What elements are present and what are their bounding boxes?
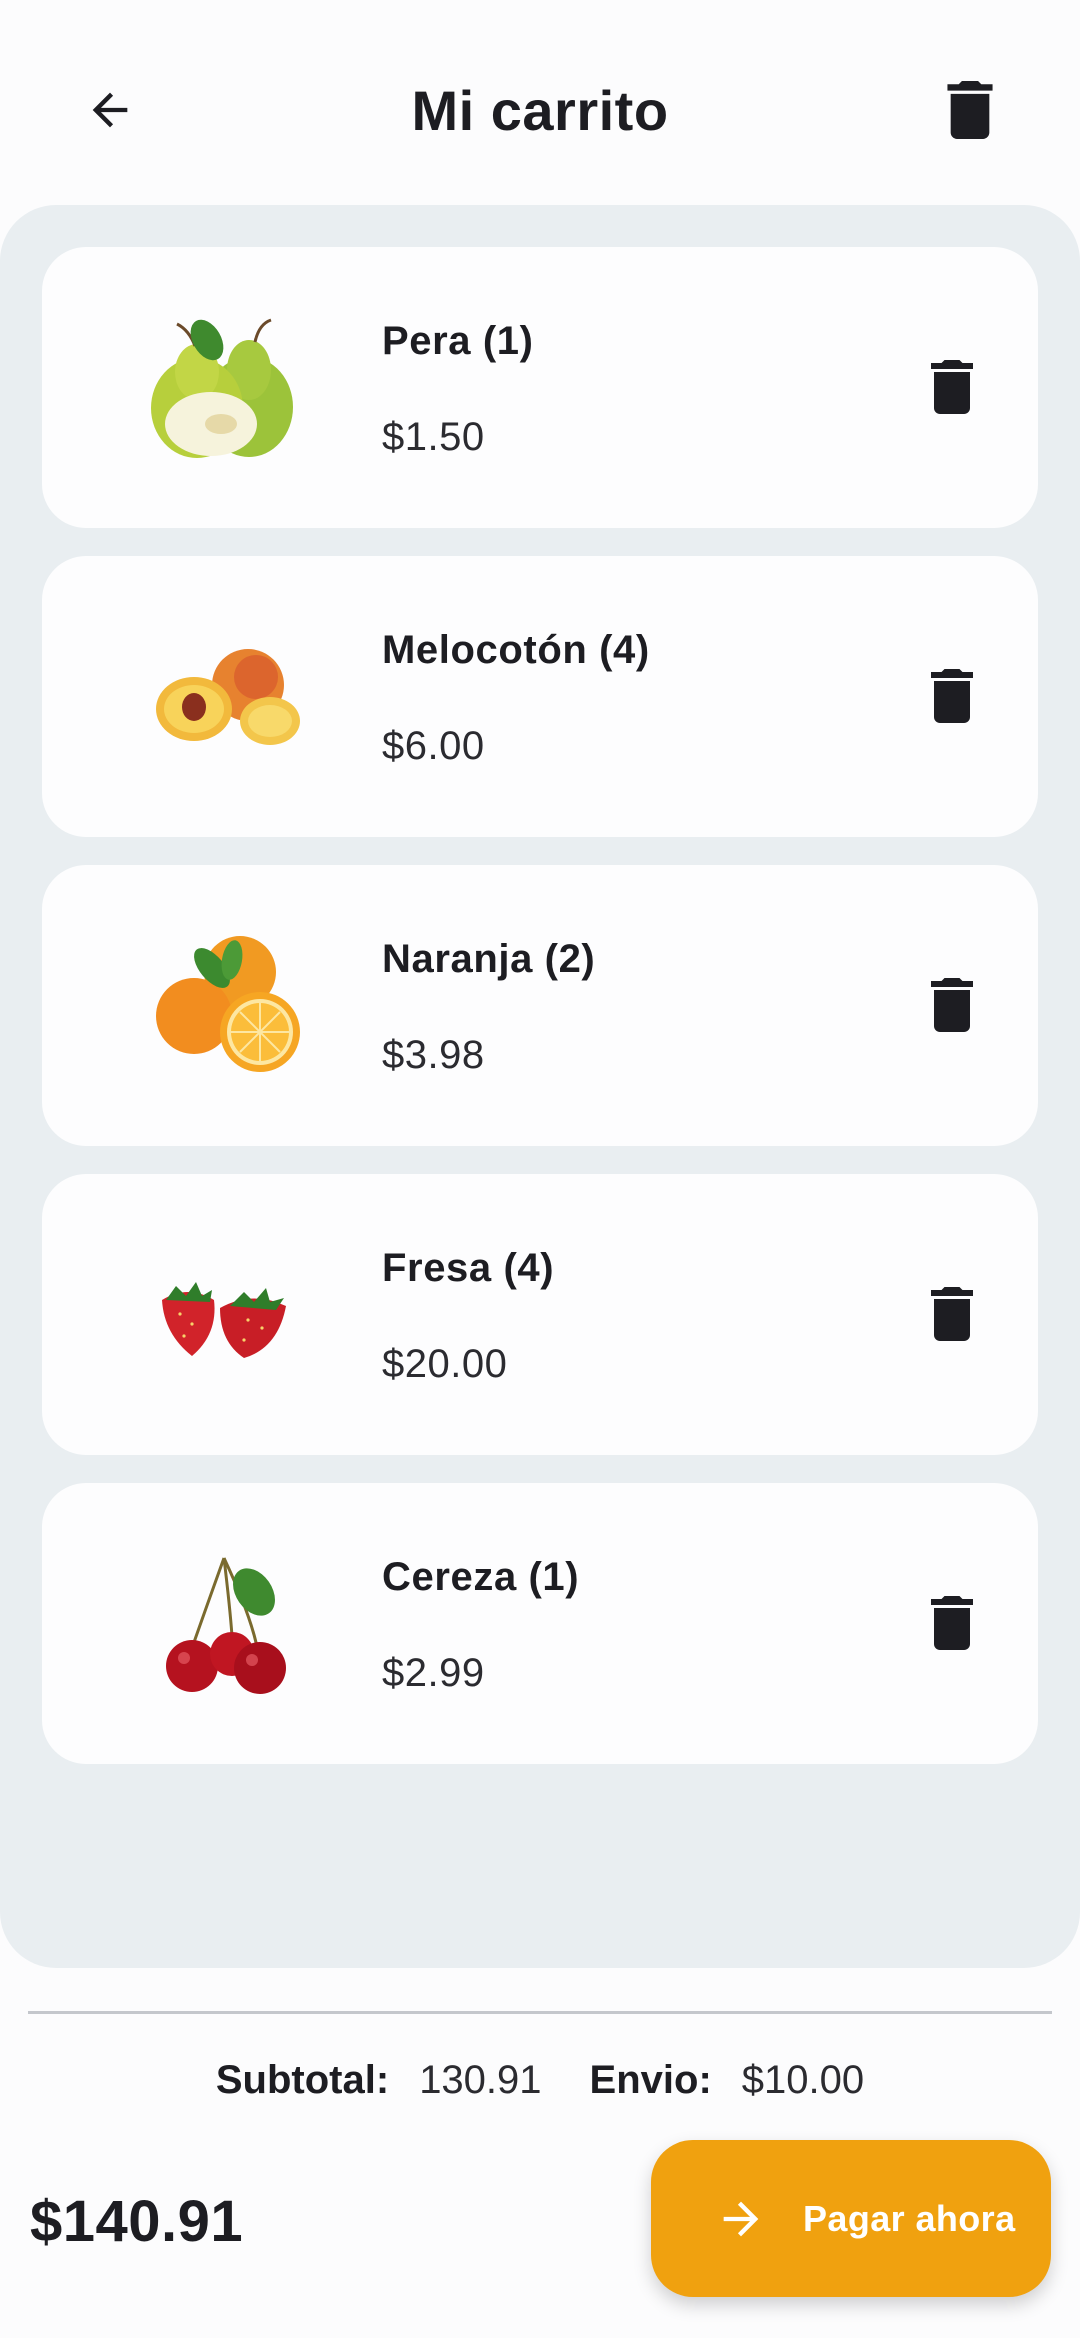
trash-icon	[931, 669, 973, 723]
pay-now-label: Pagar ahora	[803, 2197, 1016, 2239]
delete-item-button[interactable]	[912, 1274, 992, 1354]
item-name: Pera (1)	[382, 319, 534, 363]
trash-icon	[931, 360, 973, 414]
clear-cart-button[interactable]	[930, 70, 1010, 150]
arrow-right-icon	[723, 2201, 759, 2236]
subtotal-label: Subtotal:	[215, 2057, 390, 2102]
cherry-image	[127, 1523, 327, 1723]
cart-item-cereza: Cereza (1) $2.99	[42, 1483, 1038, 1764]
trash-icon	[931, 1596, 973, 1650]
totals-row: Subtotal: 130.91 Envio: $10.00	[0, 2050, 1080, 2110]
trash-icon	[947, 81, 993, 139]
item-price: $3.98	[382, 1033, 485, 1077]
pay-now-button[interactable]: Pagar ahora	[651, 2140, 1051, 2297]
orange-image	[127, 905, 327, 1105]
delete-item-button[interactable]	[912, 1583, 992, 1663]
item-name: Fresa (4)	[382, 1246, 555, 1290]
shipping-label: Envio:	[589, 2057, 712, 2102]
peach-image	[127, 596, 327, 796]
cart-item-melocoton: Melocotón (4) $6.00	[42, 556, 1038, 837]
cart-item-pera: Pera (1) $1.50	[42, 247, 1038, 528]
cart-item-fresa: Fresa (4) $20.00	[42, 1174, 1038, 1455]
delete-item-button[interactable]	[912, 656, 992, 736]
pear-image	[127, 287, 327, 487]
delete-item-button[interactable]	[912, 347, 992, 427]
item-name: Cereza (1)	[382, 1555, 580, 1599]
item-name: Naranja (2)	[382, 937, 596, 981]
delete-item-button[interactable]	[912, 965, 992, 1045]
grand-total: $140.91	[30, 2189, 244, 2254]
cart-list: Pera (1) $1.50 Melocotón (4) $6.00 Naran…	[0, 205, 1080, 1968]
strawberry-image	[127, 1214, 327, 1414]
app-bar: Mi carrito	[0, 0, 1080, 205]
item-price: $2.99	[382, 1651, 485, 1695]
trash-icon	[931, 978, 973, 1032]
item-name: Melocotón (4)	[382, 628, 650, 672]
item-price: $6.00	[382, 724, 485, 768]
shipping-value: $10.00	[741, 2057, 865, 2102]
item-price: $20.00	[382, 1342, 508, 1386]
trash-icon	[931, 1287, 973, 1341]
cart-item-naranja: Naranja (2) $3.98	[42, 865, 1038, 1146]
item-price: $1.50	[382, 415, 485, 459]
subtotal-value: 130.91	[419, 2057, 542, 2102]
page-title: Mi carrito	[411, 79, 669, 142]
divider	[28, 2011, 1052, 2014]
